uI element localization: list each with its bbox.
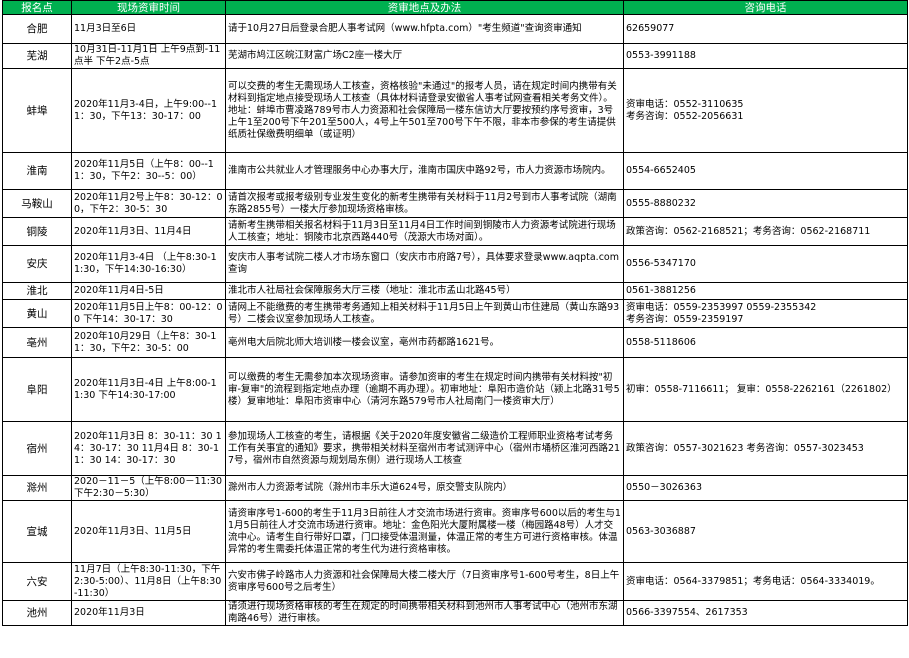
cell-time[interactable]: 11月3日至6日	[71, 14, 226, 44]
cell-city[interactable]: 池州	[2, 600, 72, 626]
cell-city[interactable]: 宣城	[2, 500, 72, 563]
cell-phone[interactable]: 0561-3881256	[623, 282, 908, 300]
exam-review-table: 报名点 现场资审时间 资审地点及办法 咨询电话 合肥 11月3日至6日 请于10月2…	[2, 0, 908, 626]
header-place[interactable]: 资审地点及办法	[225, 0, 624, 15]
cell-city[interactable]: 滁州	[2, 475, 72, 501]
table-row: 淮北 2020年11月4日-5日 淮北市人社局社会保障服务大厅三楼（地址：淮北市孟山…	[2, 282, 908, 300]
cell-phone[interactable]: 资审电话：0564-3379851；考务电话：0564-3334019。	[623, 562, 908, 601]
header-time[interactable]: 现场资审时间	[71, 0, 226, 15]
cell-time[interactable]: 2020年11月3-4日 （上午8:30-11:30，下午14:30-16:30…	[71, 245, 226, 283]
cell-city[interactable]: 淮北	[2, 282, 72, 300]
cell-place[interactable]: 请新考生携带相关报名材料于11月3日至11月4日工作时间到铜陵市人力资源考试院进…	[225, 217, 624, 246]
cell-city[interactable]: 蚌埠	[2, 68, 72, 153]
cell-city[interactable]: 宿州	[2, 421, 72, 476]
comment-indicator-icon	[624, 2, 629, 7]
cell-place[interactable]: 参加现场人工核查的考生，请根据《关于2020年度安徽省二级造价工程师职业资格考试…	[225, 421, 624, 476]
table-row: 宣城 2020年11月3日、11月5日 请资审序号1-600的考生于11月3日前往人…	[2, 500, 908, 563]
cell-time[interactable]: 2020年11月3-4日，上午9:00--11：30，下午13：30-17：00	[71, 68, 226, 153]
table-row: 马鞍山 2020年11月2号上午8：30-12：00，下午2：30-5：30 请首次…	[2, 189, 908, 218]
cell-time[interactable]: 2020年11月3日、11月5日	[71, 500, 226, 563]
cell-city[interactable]: 黄山	[2, 299, 72, 328]
cell-phone[interactable]: 初审：0558-7116611； 复审：0558-2262161（2261802…	[623, 357, 908, 422]
cell-place[interactable]: 可以交费的考生无需现场人工核查，资格核验"未通过"的报考人员，请在规定时间内携带…	[225, 68, 624, 153]
cell-city[interactable]: 六安	[2, 562, 72, 601]
cell-time[interactable]: 2020年11月4日-5日	[71, 282, 226, 300]
cell-phone[interactable]: 0553-3991188	[623, 43, 908, 69]
cell-phone[interactable]: 资审电话：0552-3110635 考务咨询：0552-2056631	[623, 68, 908, 153]
cell-time[interactable]: 2020年11月5日（上午8：00--11：30，下午2：30--5：00）	[71, 152, 226, 190]
cell-place[interactable]: 请网上不能缴费的考生携带考务通知上相关材料于11月5日上午到黄山市住建局（黄山东…	[225, 299, 624, 328]
cell-time[interactable]: 10月31日-11月1日 上午9点到-11点半 下午2点-5点	[71, 43, 226, 69]
cell-place[interactable]: 六安市佛子岭路市人力资源和社会保障局大楼二楼大厅（7日资审序号1-600号考生，…	[225, 562, 624, 601]
table-row: 安庆 2020年11月3-4日 （上午8:30-11:30，下午14:30-16:…	[2, 245, 908, 283]
table-row: 滁州 2020－11－5（上午8:00－11:30 下午2:30－5:30） 滁州市…	[2, 475, 908, 501]
cell-phone[interactable]: 0558-5118606	[623, 327, 908, 358]
header-phone[interactable]: 咨询电话	[623, 0, 908, 15]
cell-time[interactable]: 2020年11月3日	[71, 600, 226, 626]
cell-time[interactable]: 11月7日（上午8:30-11:30，下午2:30-5:00）、11月8日（上午…	[71, 562, 226, 601]
table-row: 阜阳 2020年11月3日-4日 上午8:00-11:30 下午14:30-17:…	[2, 357, 908, 422]
cell-place[interactable]: 安庆市人事考试院二楼人才市场东窗口（安庆市市府路7号），具体要求登录www.aq…	[225, 245, 624, 283]
cell-phone[interactable]: 资审电话：0559-2353997 0559-2355342 考务咨询：0559…	[623, 299, 908, 328]
table-row: 铜陵 2020年11月3日、11月4日 请新考生携带相关报名材料于11月3日至11月…	[2, 217, 908, 246]
cell-time[interactable]: 2020年11月2号上午8：30-12：00，下午2：30-5：30	[71, 189, 226, 218]
cell-time[interactable]: 2020年11月3日-4日 上午8:00-11:30 下午14:30-17:00	[71, 357, 226, 422]
cell-city[interactable]: 马鞍山	[2, 189, 72, 218]
table-row: 淮南 2020年11月5日（上午8：00--11：30，下午2：30--5：00）…	[2, 152, 908, 190]
table-row: 宿州 2020年11月3日 8：30-11：30 14：30-17：30 11月4…	[2, 421, 908, 476]
cell-phone[interactable]: 62659077	[623, 14, 908, 44]
cell-phone[interactable]: 0563-3036887	[623, 500, 908, 563]
cell-place[interactable]: 淮南市公共就业人才管理服务中心办事大厅，淮南市国庆中路92号，市人力资源市场院内…	[225, 152, 624, 190]
cell-phone[interactable]: 政策咨询：0562-2168521；考务咨询：0562-2168711	[623, 217, 908, 246]
table-row: 亳州 2020年10月29日（上午8：30-11：30，下午2：30-5：00 亳州…	[2, 327, 908, 358]
table-row: 合肥 11月3日至6日 请于10月27日后登录合肥人事考试网（www.hfpta.c…	[2, 14, 908, 44]
table-row: 池州 2020年11月3日 请须进行现场资格审核的考生在规定的时间携带相关材料到池州…	[2, 600, 908, 626]
cell-place[interactable]: 可以缴费的考生无需参加本次现场资审。请参加资审的考生在规定时间内携带有关材料按"…	[225, 357, 624, 422]
cell-place[interactable]: 滁州市人力资源考试院（滁州市丰乐大道624号，原交警支队院内）	[225, 475, 624, 501]
cell-phone[interactable]: 0555-8880232	[623, 189, 908, 218]
table-row: 黄山 2020年11月5日上午8：00-12：00 下午14：30-17：30 请网…	[2, 299, 908, 328]
cell-phone[interactable]: 0554-6652405	[623, 152, 908, 190]
header-row: 报名点 现场资审时间 资审地点及办法 咨询电话	[2, 0, 908, 15]
cell-city[interactable]: 芜湖	[2, 43, 72, 69]
cell-city[interactable]: 淮南	[2, 152, 72, 190]
cell-place[interactable]: 请须进行现场资格审核的考生在规定的时间携带相关材料到池州市人事考试中心（池州市东…	[225, 600, 624, 626]
cell-time[interactable]: 2020年11月5日上午8：00-12：00 下午14：30-17：30	[71, 299, 226, 328]
cell-city[interactable]: 亳州	[2, 327, 72, 358]
cell-time[interactable]: 2020－11－5（上午8:00－11:30 下午2:30－5:30）	[71, 475, 226, 501]
cell-city[interactable]: 合肥	[2, 14, 72, 44]
cell-place[interactable]: 请首次报考或报考级别专业发生变化的新考生携带有关材料于11月2号到市人事考试院（…	[225, 189, 624, 218]
cell-phone[interactable]: 政策咨询：0557-3021623 考务咨询：0557-3023453	[623, 421, 908, 476]
cell-place[interactable]: 请资审序号1-600的考生于11月3日前往人才交流市场进行资审。资审序号600以…	[225, 500, 624, 563]
table-row: 芜湖 10月31日-11月1日 上午9点到-11点半 下午2点-5点 芜湖市鸠江区皖…	[2, 43, 908, 69]
table-row: 六安 11月7日（上午8:30-11:30，下午2:30-5:00）、11月8日（…	[2, 562, 908, 601]
cell-phone[interactable]: 0556-5347170	[623, 245, 908, 283]
cell-place[interactable]: 请于10月27日后登录合肥人事考试网（www.hfpta.com）"考生频道"查…	[225, 14, 624, 44]
cell-city[interactable]: 铜陵	[2, 217, 72, 246]
cell-place[interactable]: 亳州电大后院北师大培训楼一楼会议室，亳州市药都路1621号。	[225, 327, 624, 358]
cell-place[interactable]: 芜湖市鸠江区皖江财富广场C2座一楼大厅	[225, 43, 624, 69]
cell-time[interactable]: 2020年11月3日、11月4日	[71, 217, 226, 246]
cell-phone[interactable]: 0550－3026363	[623, 475, 908, 501]
table-row: 蚌埠 2020年11月3-4日，上午9:00--11：30，下午13：30-17：…	[2, 68, 908, 153]
cell-place[interactable]: 淮北市人社局社会保障服务大厅三楼（地址：淮北市孟山北路45号）	[225, 282, 624, 300]
cell-city[interactable]: 阜阳	[2, 357, 72, 422]
cell-city[interactable]: 安庆	[2, 245, 72, 283]
cell-time[interactable]: 2020年10月29日（上午8：30-11：30，下午2：30-5：00	[71, 327, 226, 358]
header-city[interactable]: 报名点	[2, 0, 72, 15]
spreadsheet: 报名点 现场资审时间 资审地点及办法 咨询电话 合肥 11月3日至6日 请于10月2…	[2, 0, 908, 626]
cell-phone[interactable]: 0566-3397554、2617353	[623, 600, 908, 626]
cell-time[interactable]: 2020年11月3日 8：30-11：30 14：30-17：30 11月4日 …	[71, 421, 226, 476]
